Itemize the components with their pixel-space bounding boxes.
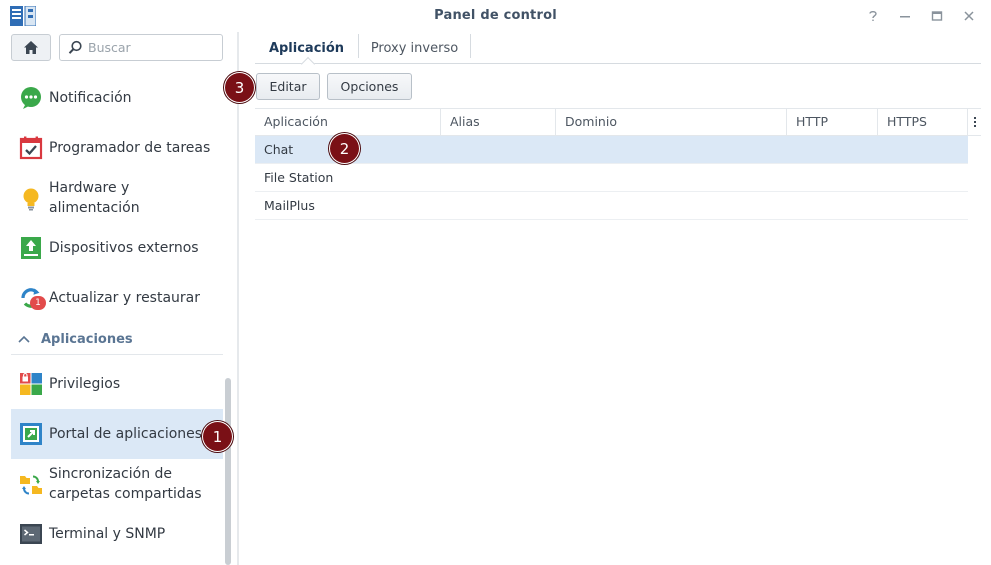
sidebar-item-terminal-y-snmp[interactable]: Terminal y SNMP (11, 514, 223, 554)
sidebar-item-label: Dispositivos externos (49, 240, 199, 256)
sidebar-item-label: Notificación (49, 90, 132, 106)
sidebar-item-notificacion[interactable]: Notificación (11, 78, 223, 118)
notification-icon (21, 87, 41, 109)
external-devices-icon (21, 237, 41, 259)
sidebar-item-label: Privilegios (49, 376, 121, 392)
step-marker-1: 1 (203, 422, 232, 451)
cell-application: File Station (264, 170, 334, 185)
sidebar-item-dispositivos-externos[interactable]: Dispositivos externos (11, 228, 223, 268)
sidebar-item-label: Programador de tareas (49, 140, 211, 156)
options-button[interactable]: Opciones (327, 73, 412, 100)
sidebar-item-label: Actualizar y restaurar (49, 290, 201, 306)
table-header: Aplicación Alias Dominio HTTP HTTPS (255, 108, 968, 136)
table-row[interactable]: MailPlus (255, 192, 968, 220)
more-vertical-icon (973, 117, 976, 127)
column-header-http[interactable]: HTTP (787, 109, 878, 136)
maximize-icon[interactable] (927, 6, 947, 26)
section-title: Aplicaciones (41, 332, 133, 347)
search-icon (68, 40, 82, 54)
section-header-aplicaciones[interactable]: Aplicaciones (11, 325, 223, 355)
column-header-https[interactable]: HTTPS (878, 109, 968, 136)
column-header-aplicacion[interactable]: Aplicación (255, 109, 441, 136)
column-menu-button[interactable] (968, 108, 981, 136)
sidebar-item-actualizar-y-restaurar[interactable]: 1 Actualizar y restaurar (11, 278, 223, 318)
shared-folder-sync-icon (20, 475, 42, 495)
sidebar-item-label: Sincronización de carpetas compartidas (49, 466, 202, 502)
cell-application: Chat (264, 142, 294, 157)
step-marker-3: 3 (225, 73, 254, 102)
tab-separator (470, 34, 471, 58)
panel-divider (237, 32, 239, 565)
tab-proxy-inverso[interactable]: Proxy inverso (359, 32, 470, 64)
task-scheduler-icon (19, 136, 43, 160)
update-count-badge: 1 (30, 296, 46, 310)
cell-application: MailPlus (264, 198, 315, 213)
table-row[interactable]: File Station (255, 164, 968, 192)
sidebar-item-portal-de-aplicaciones[interactable]: Portal de aplicaciones (11, 409, 223, 459)
window-title: Panel de control (434, 8, 557, 23)
search-input[interactable] (88, 38, 218, 57)
sidebar-item-sincronizacion-carpetas[interactable]: Sincronización de carpetas compartidas (11, 462, 223, 508)
search-box[interactable] (59, 34, 223, 61)
tab-bar: Aplicación Proxy inverso (255, 32, 981, 72)
home-icon (24, 41, 38, 54)
sidebar-scrollbar[interactable] (225, 378, 231, 565)
application-portal-icon (20, 423, 42, 445)
sidebar-item-programador-de-tareas[interactable]: Programador de tareas (11, 128, 223, 168)
sidebar-item-label: Hardware y alimentación (49, 180, 140, 216)
terminal-icon (20, 524, 42, 544)
sidebar-item-label: Terminal y SNMP (49, 526, 166, 542)
privileges-icon (20, 373, 42, 395)
title-bar: Panel de control (0, 0, 991, 32)
help-icon[interactable] (863, 6, 883, 26)
step-marker-2: 2 (330, 134, 359, 163)
sidebar-item-label: Portal de aplicaciones (49, 426, 203, 442)
chevron-up-icon (18, 335, 30, 343)
column-header-dominio[interactable]: Dominio (556, 109, 787, 136)
minimize-icon[interactable] (895, 6, 915, 26)
home-button[interactable] (11, 34, 51, 61)
sidebar-item-hardware-y-alimentacion[interactable]: Hardware y alimentación (11, 176, 223, 222)
hardware-power-icon (23, 188, 39, 211)
table-row[interactable]: Chat (255, 136, 968, 164)
sidebar-item-privilegios[interactable]: Privilegios (11, 364, 223, 404)
sidebar: Notificación Programador de tareas Hardw… (0, 32, 236, 565)
close-icon[interactable] (959, 6, 979, 26)
edit-button[interactable]: Editar (256, 73, 320, 100)
column-header-alias[interactable]: Alias (441, 109, 556, 136)
